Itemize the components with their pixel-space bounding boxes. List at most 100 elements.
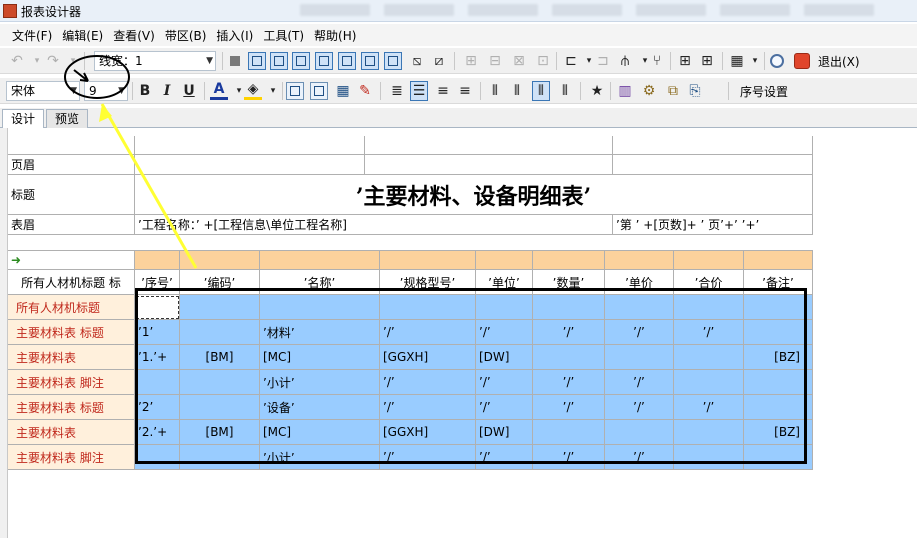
cell-amount[interactable] [674, 295, 744, 320]
cell-amount[interactable]: ’/’ [674, 320, 744, 345]
diagonal-down-button[interactable]: ⧅ [408, 51, 426, 71]
fill-color-button[interactable]: ◈ [244, 81, 262, 101]
cell-note[interactable]: [BZ] [744, 345, 813, 370]
tab-preview[interactable]: 预览 [46, 109, 89, 128]
cell-amount[interactable] [674, 370, 744, 395]
valign-fit-button[interactable]: ⦀ [556, 81, 574, 101]
cell-seq[interactable] [135, 295, 180, 320]
border-none-button[interactable] [226, 51, 244, 71]
cell-seq[interactable] [135, 370, 180, 395]
font-size-select[interactable]: 9 ▼ [84, 81, 128, 101]
menu-view[interactable]: 查看(V) [113, 27, 155, 44]
blank-cell[interactable] [365, 136, 613, 155]
split-button[interactable]: ⊐ [594, 51, 612, 71]
delete-row-button[interactable]: ⊠ [510, 51, 528, 71]
cell-spec[interactable]: ’/’ [380, 370, 476, 395]
column-header-qty[interactable]: ’数量’ [533, 270, 605, 295]
column-header-note[interactable]: ’备注’ [744, 270, 813, 295]
filter-button[interactable]: ⑂ [648, 51, 666, 71]
orange-header-cell[interactable] [533, 251, 605, 270]
page-header-cell[interactable] [135, 155, 365, 175]
fill-color-dropdown[interactable]: ▾ [264, 81, 282, 101]
cell-amount[interactable] [674, 420, 744, 445]
column-header-amount[interactable]: ’合价 [674, 270, 744, 295]
cell-unit[interactable]: ’/’ [476, 395, 533, 420]
cell-note[interactable] [744, 320, 813, 345]
border-bottom-button[interactable] [315, 51, 333, 71]
border-all-button[interactable] [384, 51, 402, 71]
tab-design[interactable]: 设计 [2, 109, 45, 129]
cell-qty[interactable] [533, 295, 605, 320]
cell-code[interactable] [180, 320, 260, 345]
insert-grid-button[interactable]: ▦ [334, 81, 352, 101]
cell-seq[interactable]: ’2.’+ [135, 420, 180, 445]
cell-price[interactable]: ’/’ [605, 370, 674, 395]
menu-help[interactable]: 帮助(H) [314, 27, 356, 44]
preview-button[interactable] [770, 51, 784, 71]
cell-unit[interactable]: ’/’ [476, 445, 533, 470]
cell-amount[interactable] [674, 445, 744, 470]
orange-header-cell[interactable] [674, 251, 744, 270]
merge-button[interactable]: ⊏ [562, 51, 580, 71]
bold-button[interactable]: B [136, 81, 154, 101]
import-button[interactable]: ⧉ [664, 81, 682, 101]
cell-qty[interactable] [533, 345, 605, 370]
cell-qty[interactable]: ’/’ [533, 320, 605, 345]
cell-spec[interactable] [380, 295, 476, 320]
cell-spec[interactable]: ’/’ [380, 320, 476, 345]
cell-amount[interactable]: ’/’ [674, 395, 744, 420]
cell-price[interactable]: ’/’ [605, 395, 674, 420]
page-number-cell[interactable]: ’第 ’ +[页数]+ ’ 页’+’ ’+’ [613, 215, 813, 235]
insert-column-button[interactable]: ⊟ [486, 51, 504, 71]
cell-spec[interactable]: [GGXH] [380, 420, 476, 445]
orange-header-cell[interactable] [180, 251, 260, 270]
cell-qty[interactable] [533, 420, 605, 445]
cell-spec[interactable]: ’/’ [380, 445, 476, 470]
border-top-button[interactable] [292, 51, 310, 71]
font-name-select[interactable]: 宋体 ▼ [6, 81, 80, 101]
cell-spec[interactable]: ’/’ [380, 395, 476, 420]
cell-code[interactable] [180, 370, 260, 395]
cell-name[interactable]: ’材料’ [260, 320, 380, 345]
cell-unit[interactable] [476, 295, 533, 320]
properties-button[interactable]: ▥ [616, 81, 634, 101]
cell-note[interactable] [744, 295, 813, 320]
insert-field-button[interactable] [286, 81, 304, 101]
cell-price[interactable]: ’/’ [605, 320, 674, 345]
cell-qty[interactable]: ’/’ [533, 445, 605, 470]
line-width-select[interactable]: 线宽：1 ▼ [94, 51, 216, 71]
diagonal-up-button[interactable]: ⧄ [430, 51, 448, 71]
insert-row-button[interactable]: ⊞ [462, 51, 480, 71]
cell-price[interactable] [605, 345, 674, 370]
table-button[interactable]: ▦ [728, 51, 746, 71]
border-left-button[interactable] [248, 51, 266, 71]
cell-qty[interactable]: ’/’ [533, 370, 605, 395]
valign-top-button[interactable]: ⦀ [486, 81, 504, 101]
orange-header-cell[interactable] [135, 251, 180, 270]
orange-header-cell[interactable] [260, 251, 380, 270]
insert-frame-button[interactable] [310, 81, 328, 101]
row-equal-button[interactable]: ⊞ [698, 51, 716, 71]
cell-note[interactable] [744, 370, 813, 395]
exit-button[interactable]: 退出(X) [818, 53, 860, 70]
orange-header-cell[interactable] [605, 251, 674, 270]
export-button[interactable]: ⎘ [686, 81, 704, 101]
delete-column-button[interactable]: ⊡ [534, 51, 552, 71]
border-inner-button[interactable] [338, 51, 356, 71]
border-outer-button[interactable] [361, 51, 379, 71]
align-justify-button[interactable]: ≣ [388, 81, 406, 101]
column-header-price[interactable]: ’单价 [605, 270, 674, 295]
project-name-cell[interactable]: ’工程名称：’ +[工程信息\单位工程名称] [135, 215, 613, 235]
seq-settings-button[interactable]: 序号设置 [740, 83, 788, 100]
valign-bottom-button[interactable]: ⦀ [532, 81, 550, 101]
align-left-button[interactable]: ☰ [410, 81, 428, 101]
cell-code[interactable] [180, 395, 260, 420]
column-header-seq[interactable]: ’序号’ [135, 270, 180, 295]
underline-button[interactable]: U [180, 81, 198, 101]
orange-header-cell[interactable] [744, 251, 813, 270]
menu-edit[interactable]: 编辑(E) [62, 27, 103, 44]
italic-button[interactable]: I [158, 81, 176, 101]
cell-name[interactable]: ’设备’ [260, 395, 380, 420]
cell-seq[interactable]: ’1’ [135, 320, 180, 345]
orange-header-cell[interactable] [476, 251, 533, 270]
